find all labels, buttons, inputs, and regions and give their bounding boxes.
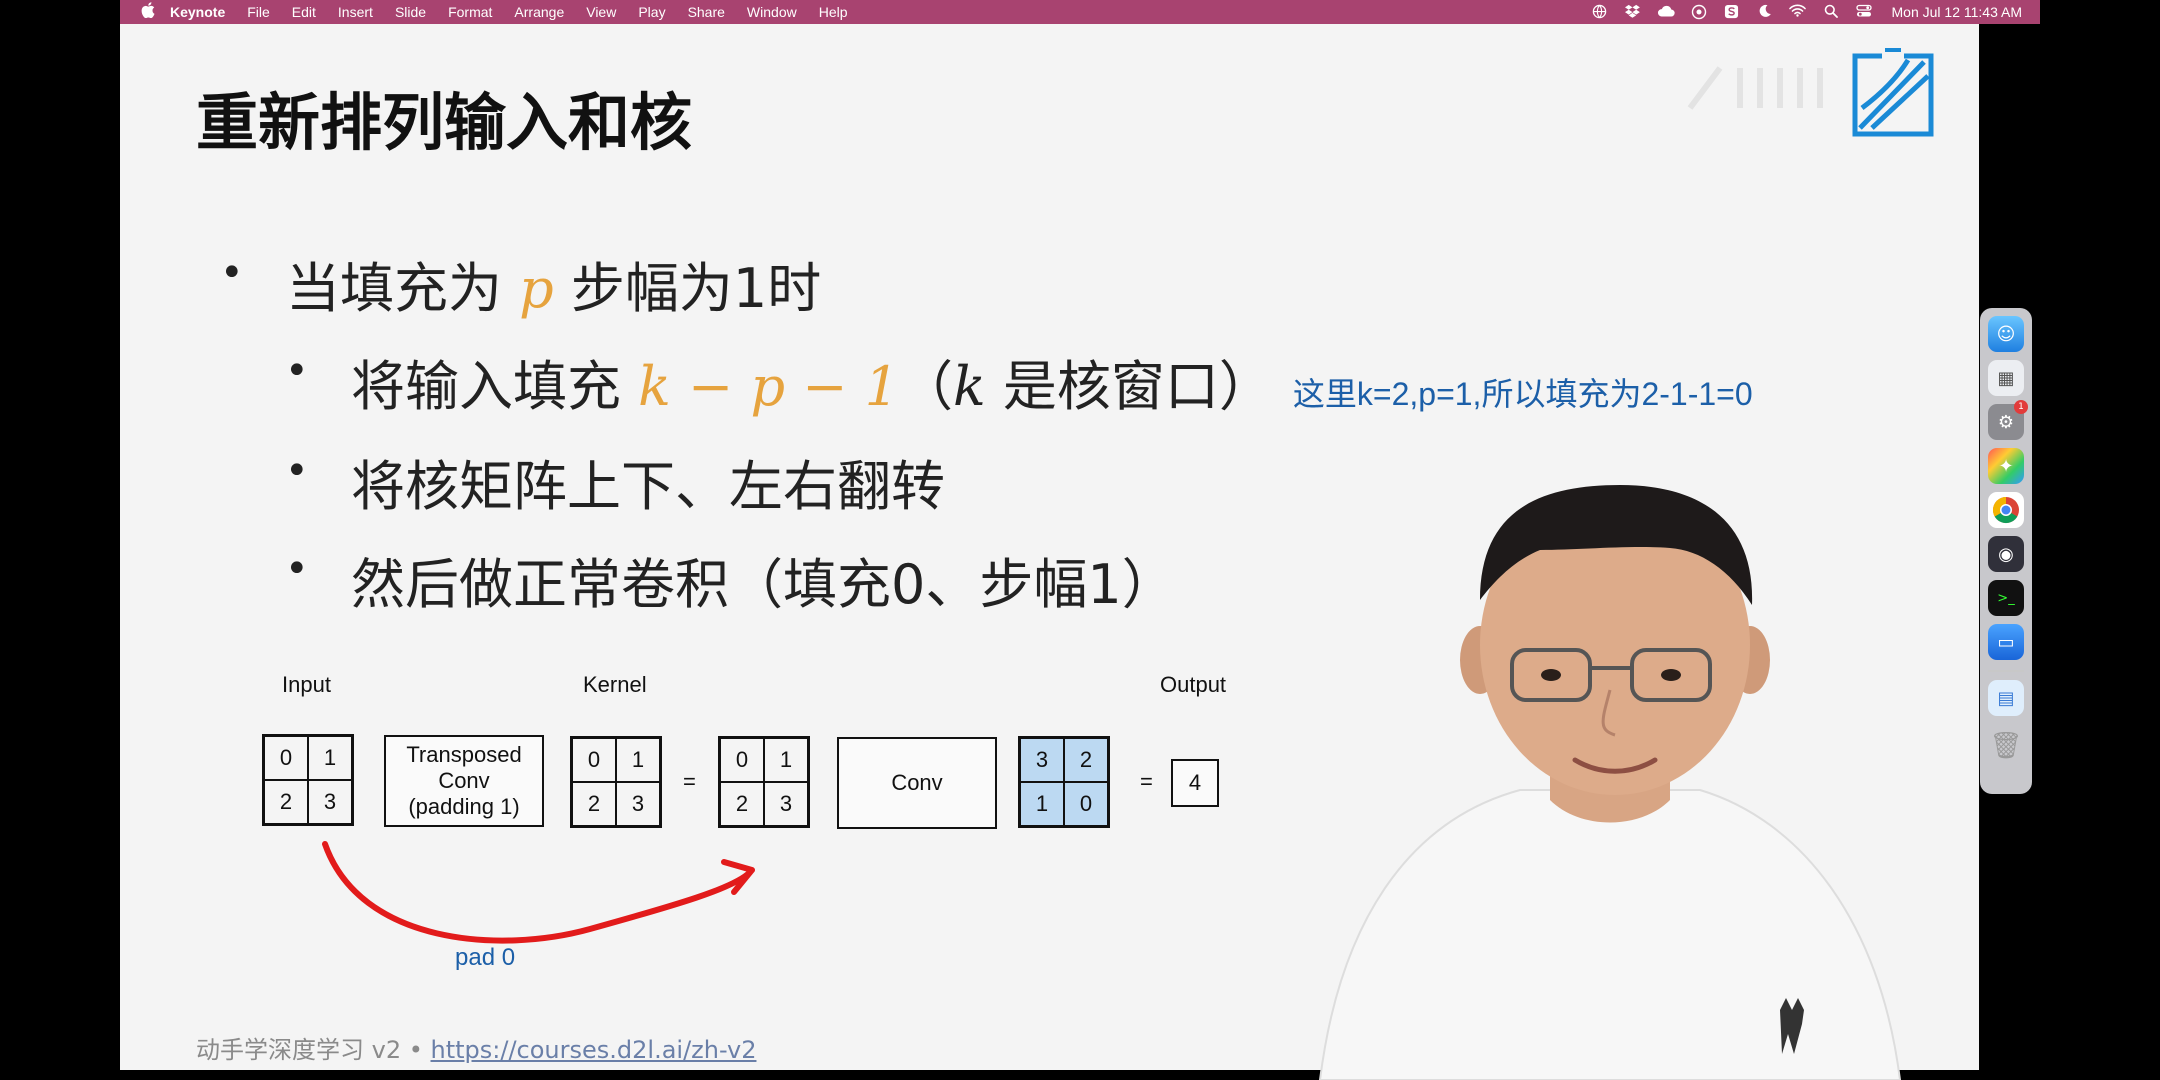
camera-icon[interactable] — [1690, 4, 1708, 20]
menu-edit[interactable]: Edit — [292, 4, 316, 20]
input-matrix: 0 1 2 3 — [262, 734, 354, 826]
matrix-cell: 2 — [264, 780, 308, 824]
math-var-p: p — [519, 257, 554, 320]
d2l-logo — [1852, 48, 1934, 137]
matrix-cell: 1 — [764, 738, 808, 782]
output-value: 4 — [1188, 770, 1202, 795]
bullet-text: 将核矩阵上下、左右翻转 — [351, 455, 945, 518]
matrix-cell: 0 — [720, 738, 764, 782]
chrome-icon[interactable] — [1988, 492, 2024, 528]
matrix-cell: 1 — [1020, 782, 1064, 826]
transposed-conv-box: Transposed Conv (padding 1) — [384, 735, 544, 827]
label-input: Input — [282, 672, 331, 697]
menu-app-keynote[interactable]: Keynote — [170, 4, 225, 20]
menu-bar: Keynote File Edit Insert Slide Format Ar… — [120, 0, 2040, 24]
menu-slide[interactable]: Slide — [395, 4, 426, 20]
bullet1-pre: 当填充为 — [286, 257, 520, 320]
bullet-dot: • — [285, 546, 309, 592]
math-var-k: k — [952, 355, 986, 418]
box-line: Conv — [438, 768, 490, 793]
matrix-cell: 3 — [308, 780, 352, 824]
matrix-cell: 0 — [572, 738, 616, 782]
pad-label: pad 0 — [455, 944, 516, 971]
bilibili-watermark — [1687, 66, 1823, 110]
label-kernel: Kernel — [583, 672, 647, 697]
finder-icon[interactable]: ☺ — [1988, 316, 2024, 352]
box-line: Transposed — [406, 742, 522, 767]
footer-prefix: 动手学深度学习 v2 • — [196, 1036, 431, 1064]
bullet2-post: 是核窗口） — [985, 355, 1273, 418]
terminal-icon[interactable]: >_ — [1988, 580, 2024, 616]
notification-badge: 1 — [2014, 400, 2028, 414]
bullet-text: 当填充为 p 步幅为1时 — [286, 257, 821, 320]
menu-window[interactable]: Window — [747, 4, 797, 20]
matrix-cell: 1 — [308, 736, 352, 780]
cloud-icon[interactable] — [1657, 4, 1675, 20]
matrix-cell: 1 — [616, 738, 660, 782]
matrix-cell: 3 — [1020, 738, 1064, 782]
menu-file[interactable]: File — [247, 4, 270, 20]
system-preferences-icon[interactable]: ⚙ 1 — [1988, 400, 2028, 440]
bullet-dot: • — [285, 348, 309, 394]
label-output: Output — [1160, 672, 1227, 697]
bullet-flip-kernel: • 将核矩阵上下、左右翻转 — [285, 442, 945, 521]
macos-dock: ☺ ▦ ⚙ 1 ✦ ◉ >_ ▭ ▤ 🗑 — [1980, 308, 2032, 794]
kernel-matrix: 0 1 2 3 — [570, 736, 662, 828]
matrix-cell: 3 — [764, 782, 808, 826]
padded-input-matrix: 0 1 2 3 — [718, 736, 810, 828]
globe-icon[interactable] — [1591, 4, 1609, 20]
menubar-clock[interactable]: Mon Jul 12 11:43 AM — [1892, 4, 2022, 20]
conv-box: Conv — [837, 737, 997, 829]
slide-footer: 动手学深度学习 v2 • https://courses.d2l.ai/zh-v… — [196, 1030, 756, 1065]
matrix-cell: 3 — [616, 782, 660, 826]
apple-menu-icon[interactable] — [140, 2, 156, 22]
launchpad-icon[interactable]: ▦ — [1988, 360, 2024, 396]
course-link[interactable]: https://courses.d2l.ai/zh-v2 — [431, 1036, 757, 1064]
menu-play[interactable]: Play — [638, 4, 665, 20]
bullet-normal-conv: • 然后做正常卷积（填充0、步幅1） — [285, 540, 1176, 619]
menu-arrange[interactable]: Arrange — [514, 4, 564, 20]
menu-help[interactable]: Help — [819, 4, 848, 20]
wifi-icon[interactable] — [1789, 4, 1807, 20]
menu-view[interactable]: View — [586, 4, 616, 20]
matrix-cell: 0 — [1064, 782, 1108, 826]
control-center-icon[interactable] — [1855, 4, 1873, 20]
menu-insert[interactable]: Insert — [338, 4, 373, 20]
trash-icon[interactable]: 🗑 — [1988, 728, 2024, 764]
search-icon[interactable] — [1822, 4, 1840, 20]
s-icon[interactable] — [1723, 4, 1741, 20]
box-line: (padding 1) — [408, 794, 520, 819]
preview-icon[interactable]: ▤ — [1988, 680, 2024, 716]
obs-icon[interactable]: ◉ — [1988, 536, 2024, 572]
bullet-text: 然后做正常卷积（填充0、步幅1） — [351, 553, 1176, 616]
matrix-cell: 2 — [1064, 738, 1108, 782]
bullet-dot: • — [220, 250, 244, 296]
bullet-padding-stride: • 当填充为 p 步幅为1时 — [220, 244, 821, 323]
conv-label: Conv — [891, 770, 943, 795]
output-cell: 4 — [1171, 759, 1219, 807]
flipped-kernel-matrix: 3 2 1 0 — [1018, 736, 1110, 828]
matrix-cell: 0 — [264, 736, 308, 780]
presenter-video — [1318, 485, 1902, 1080]
math-k-p-1: k − p − 1 — [638, 355, 899, 418]
final-cut-icon[interactable]: ✦ — [1988, 448, 2024, 484]
matrix-cell: 2 — [720, 782, 764, 826]
moon-icon[interactable] — [1756, 4, 1774, 20]
bullet2-paren: （ — [898, 355, 953, 418]
equals-sign: = — [683, 769, 696, 794]
menu-format[interactable]: Format — [448, 4, 492, 20]
matrix-cell: 2 — [572, 782, 616, 826]
slide-title: 重新排列输入和核 — [196, 86, 693, 159]
dropbox-icon[interactable] — [1624, 4, 1642, 20]
dock-separator — [1988, 670, 2024, 672]
bullet-dot: • — [285, 448, 309, 494]
keynote-icon[interactable]: ▭ — [1988, 624, 2024, 660]
equals-sign: = — [1140, 769, 1153, 794]
bullet2-pre: 将输入填充 — [351, 355, 639, 418]
menu-share[interactable]: Share — [688, 4, 725, 20]
bullet1-post: 步幅为1时 — [553, 257, 822, 320]
